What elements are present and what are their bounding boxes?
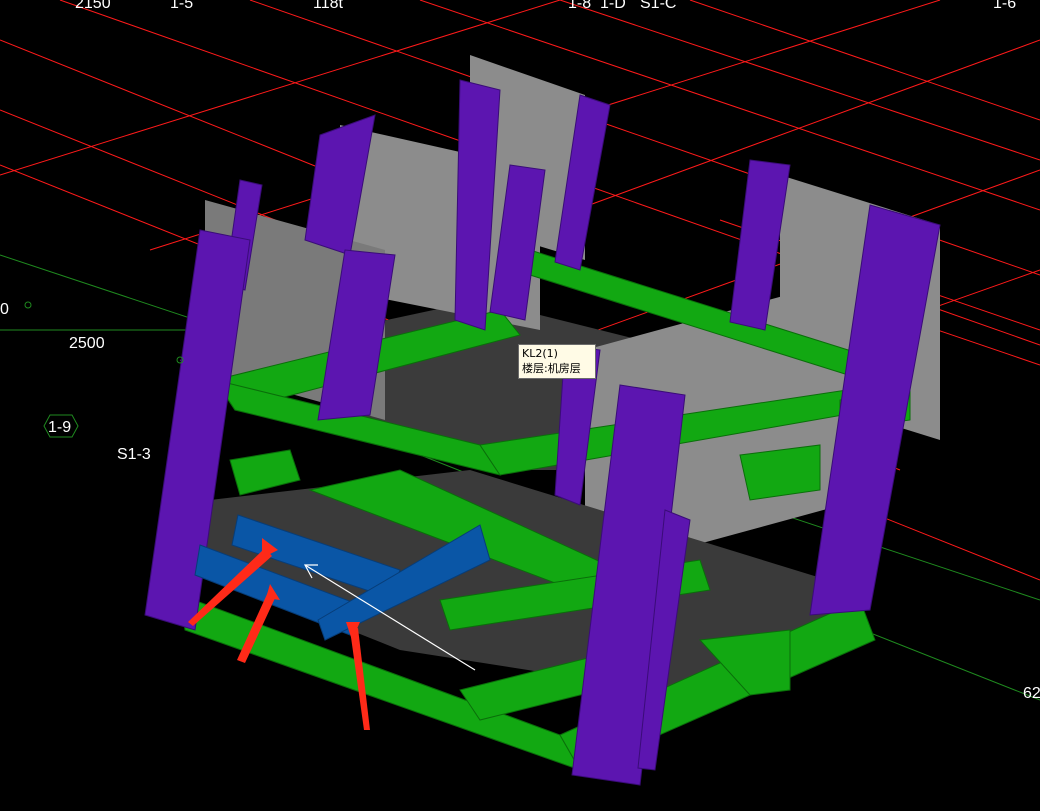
tooltip-floor: 楼层:机房层: [522, 362, 581, 375]
axis-label: 62: [1023, 685, 1040, 702]
axis-label: 1-9: [48, 419, 71, 436]
element-tooltip: KL2(1) 楼层:机房层: [518, 344, 596, 379]
tooltip-element-id: KL2(1): [522, 347, 558, 360]
axis-label: 1-8: [568, 0, 591, 12]
axis-label: S1-3: [117, 446, 151, 463]
3d-model-viewport[interactable]: 2150 1-5 118t 1-8 1-D S1-C 1-6 2500 1-9 …: [0, 0, 1040, 811]
axis-label: 2150: [75, 0, 111, 12]
axis-label: 0: [0, 301, 9, 318]
axis-label: 2500: [69, 335, 105, 352]
axis-label: S1-C: [640, 0, 676, 12]
axis-label: 1-6: [993, 0, 1016, 12]
axis-label: 118t: [313, 0, 344, 12]
axis-label: 1-D: [600, 0, 626, 12]
axis-label: 1-5: [170, 0, 193, 12]
axis-bubble-icon: [24, 301, 184, 438]
